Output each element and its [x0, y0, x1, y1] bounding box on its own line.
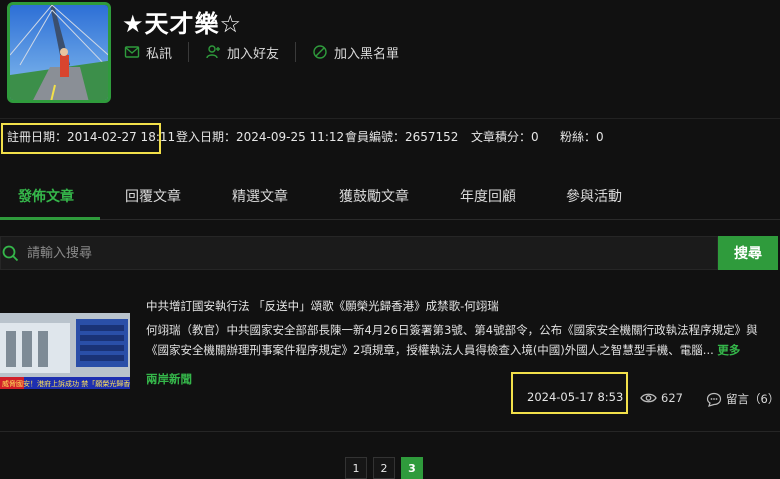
message-button[interactable]: 私訊: [124, 43, 172, 62]
article-divider: [0, 431, 780, 432]
search-bar: 搜尋: [0, 236, 780, 270]
comment-icon: [706, 392, 722, 407]
block-label: 加入黑名單: [334, 46, 400, 62]
profile-actions: 私訊 加入好友 加入黑名單: [124, 42, 399, 62]
page-2[interactable]: 2: [373, 457, 395, 479]
article-excerpt: 何翊瑞（教官）中共國家安全部部長陳一新4月26日簽署第3號、第4號部令，公布《國…: [146, 320, 776, 360]
article-date: 2024-05-17 8:53: [527, 390, 624, 404]
action-divider: [188, 42, 190, 62]
article-title[interactable]: 中共增訂國安執行法 「反送中」頌歌《願榮光歸香港》成禁歌-何翊瑞: [146, 298, 499, 314]
fans-count: 粉絲：0: [560, 130, 604, 144]
eye-icon: [640, 393, 657, 403]
view-count-value: 627: [661, 391, 683, 405]
article-category[interactable]: 兩岸新聞: [146, 371, 192, 387]
search-input[interactable]: [0, 236, 718, 270]
add-friend-label: 加入好友: [227, 46, 280, 62]
article-excerpt-text: 何翊瑞（教官）中共國家安全部部長陳一新4月26日簽署第3號、第4號部令，公布《國…: [146, 323, 758, 357]
search-button[interactable]: 搜尋: [718, 236, 778, 270]
register-date: 註冊日期：2014-02-27 18:11: [7, 130, 176, 144]
search-icon: [2, 245, 19, 262]
tab-encouraged-articles[interactable]: 獲鼓勵文章: [339, 186, 409, 206]
tab-activities[interactable]: 參與活動: [566, 186, 622, 206]
tab-reply-articles[interactable]: 回覆文章: [125, 186, 181, 206]
avatar-photo: [10, 5, 108, 100]
view-count: 627: [640, 391, 683, 405]
block-button[interactable]: 加入黑名單: [312, 43, 399, 62]
comments-label: 留言（6）: [726, 392, 780, 406]
member-info-row: 註冊日期：2014-02-27 18:11 登入日期：2024-09-25 11…: [0, 118, 780, 154]
tab-annual-review[interactable]: 年度回顧: [460, 186, 516, 206]
login-date: 登入日期：2024-09-25 11:12: [176, 130, 345, 144]
article-points: 文章積分：0: [471, 130, 539, 144]
thumbnail-caption: 威脅國安！港府上訴成功 禁「願榮光歸香港」: [2, 380, 130, 388]
page-1[interactable]: 1: [345, 457, 367, 479]
active-tab-indicator: [0, 217, 100, 220]
article-thumbnail[interactable]: 威脅國安！港府上訴成功 禁「願榮光歸香港」: [0, 313, 130, 389]
pagination: 1 2 3: [345, 457, 429, 479]
add-friend-button[interactable]: 加入好友: [205, 43, 279, 62]
article-tabs: 發佈文章 回覆文章 精選文章 獲鼓勵文章 年度回顧 參與活動: [0, 175, 780, 220]
page-3[interactable]: 3: [401, 457, 423, 479]
message-label: 私訊: [146, 46, 173, 62]
member-number: 會員編號：2657152: [345, 130, 459, 144]
block-icon: [313, 45, 327, 59]
article-thumbnail-image: [0, 313, 130, 389]
add-friend-icon: [206, 45, 221, 59]
username: ★天才樂☆: [122, 10, 243, 38]
action-divider: [295, 42, 297, 62]
message-icon: [124, 46, 140, 58]
tab-featured-articles[interactable]: 精選文章: [232, 186, 288, 206]
comments-link[interactable]: 留言（6）: [706, 391, 779, 407]
avatar: [7, 2, 111, 103]
tab-published-articles[interactable]: 發佈文章: [18, 186, 74, 206]
read-more-link[interactable]: 更多: [717, 343, 740, 357]
